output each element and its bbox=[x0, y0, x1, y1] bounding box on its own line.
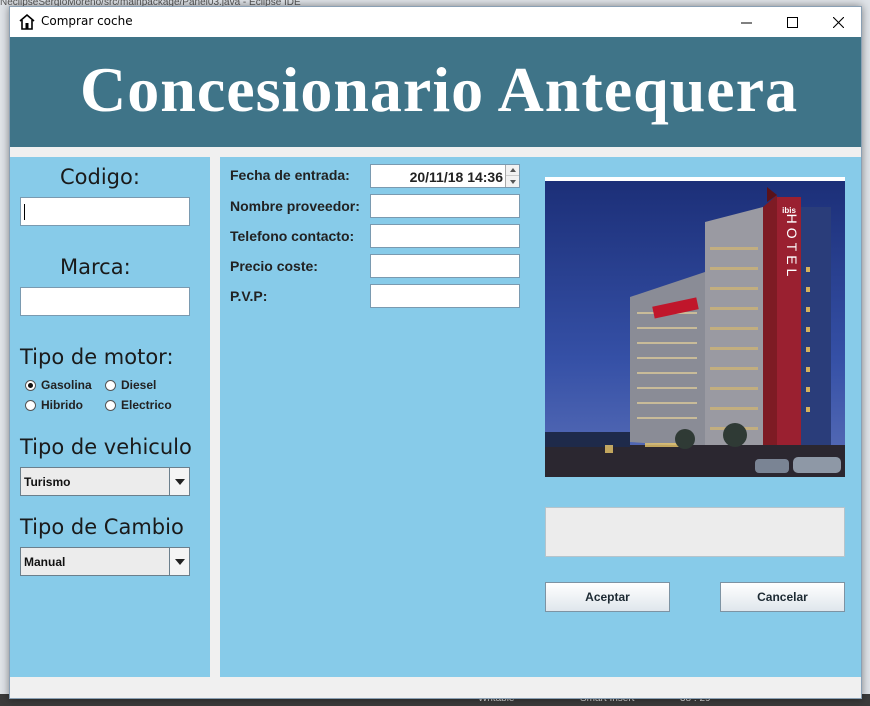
radio-empty-icon bbox=[105, 399, 116, 411]
right-panel: Fecha de entrada: 20/11/18 14:36 Nombre … bbox=[220, 157, 861, 677]
title-bar[interactable]: Comprar coche bbox=[10, 7, 861, 37]
marca-input[interactable] bbox=[20, 287, 190, 316]
proveedor-label: Nombre proveedor: bbox=[230, 198, 360, 214]
radio-empty-icon bbox=[25, 399, 36, 411]
text-caret bbox=[24, 204, 25, 220]
fecha-spinner[interactable]: 20/11/18 14:36 bbox=[370, 164, 520, 188]
marca-field[interactable] bbox=[21, 288, 189, 315]
comprar-coche-window: Comprar coche Concesionario Antequera Co… bbox=[9, 6, 862, 699]
spinner-up-icon[interactable] bbox=[506, 165, 519, 176]
aceptar-button[interactable]: Aceptar bbox=[545, 582, 670, 612]
radio-diesel-label: Diesel bbox=[121, 378, 157, 392]
hotel-photo: ibis HOTEL bbox=[545, 177, 845, 477]
fecha-label: Fecha de entrada: bbox=[230, 167, 350, 183]
maximize-button[interactable] bbox=[769, 7, 815, 37]
radio-diesel[interactable]: Diesel bbox=[105, 378, 156, 392]
chevron-down-icon[interactable] bbox=[169, 548, 189, 575]
header-banner: Concesionario Antequera bbox=[10, 37, 861, 147]
radio-electrico-label: Electrico bbox=[121, 398, 172, 412]
left-panel: Codigo: Marca: Tipo de motor: Gasolina D… bbox=[10, 157, 210, 677]
cambio-select[interactable]: Manual bbox=[20, 547, 190, 576]
radio-selected-icon bbox=[25, 379, 36, 391]
window-title: Comprar coche bbox=[41, 14, 133, 28]
close-button[interactable] bbox=[815, 7, 861, 37]
vehiculo-select-value: Turismo bbox=[24, 475, 71, 489]
pvp-label: P.V.P: bbox=[230, 288, 268, 304]
maximize-icon bbox=[786, 16, 798, 28]
cancelar-button[interactable]: Cancelar bbox=[720, 582, 845, 612]
close-icon bbox=[832, 16, 844, 28]
spinner-down-icon[interactable] bbox=[506, 176, 519, 187]
telefono-label: Telefono contacto: bbox=[230, 228, 355, 244]
radio-hibrido-label: Hibrido bbox=[41, 398, 83, 412]
radio-hibrido[interactable]: Hibrido bbox=[25, 398, 83, 412]
marca-label: Marca: bbox=[60, 255, 131, 279]
pvp-input[interactable] bbox=[370, 284, 520, 308]
proveedor-input[interactable] bbox=[370, 194, 520, 218]
codigo-label: Codigo: bbox=[60, 165, 140, 189]
radio-electrico[interactable]: Electrico bbox=[105, 398, 172, 412]
radio-gasolina-label: Gasolina bbox=[41, 378, 92, 392]
vehiculo-label: Tipo de vehiculo bbox=[20, 435, 192, 459]
telefono-input[interactable] bbox=[370, 224, 520, 248]
chevron-down-icon[interactable] bbox=[169, 468, 189, 495]
radio-empty-icon bbox=[105, 379, 116, 391]
spinner-buttons bbox=[505, 165, 519, 187]
precio-input[interactable] bbox=[370, 254, 520, 278]
cambio-label: Tipo de Cambio bbox=[20, 515, 184, 539]
hotel-sign: HOTEL bbox=[784, 214, 800, 281]
motor-label: Tipo de motor: bbox=[20, 345, 174, 369]
radio-gasolina[interactable]: Gasolina bbox=[25, 378, 92, 392]
cambio-select-value: Manual bbox=[24, 555, 66, 569]
precio-label: Precio coste: bbox=[230, 258, 318, 274]
minimize-button[interactable] bbox=[723, 7, 769, 37]
codigo-input[interactable] bbox=[20, 197, 190, 226]
vehiculo-select[interactable]: Turismo bbox=[20, 467, 190, 496]
minimize-icon bbox=[740, 22, 752, 23]
fecha-value: 20/11/18 14:36 bbox=[409, 169, 503, 185]
banner-title: Concesionario Antequera bbox=[80, 54, 799, 125]
app-home-icon bbox=[19, 13, 35, 30]
codigo-field[interactable] bbox=[21, 198, 189, 225]
message-box bbox=[545, 507, 845, 557]
